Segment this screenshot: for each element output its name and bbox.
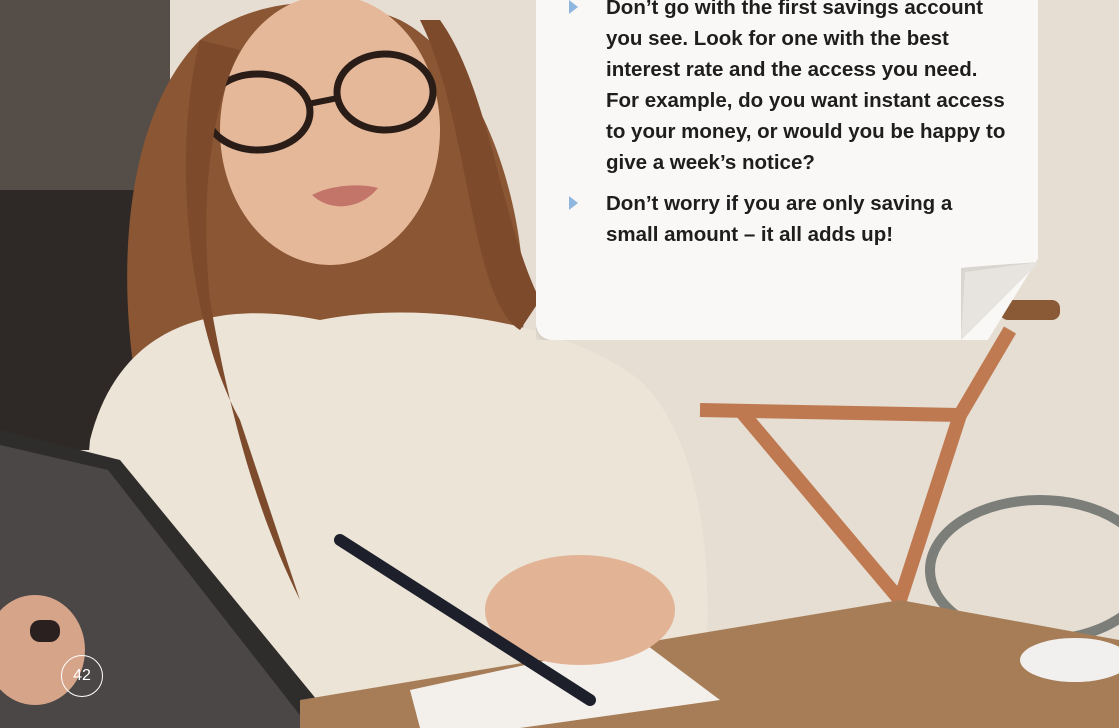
tip-text: Don’t worry if you are only saving a sma… xyxy=(606,192,953,246)
page-number: 42 xyxy=(73,667,91,684)
triangle-bullet-icon xyxy=(569,196,578,210)
tip-text: Don’t go with the first savings account … xyxy=(606,0,1006,174)
triangle-bullet-icon xyxy=(569,0,578,14)
page-number-badge: 42 xyxy=(61,655,103,697)
tip-item: Don’t worry if you are only saving a sma… xyxy=(566,188,1006,250)
tip-item: Don’t go with the first savings account … xyxy=(566,0,1006,178)
tips-list: Don’t go with the first savings account … xyxy=(566,0,1006,260)
page-curl-icon xyxy=(961,262,1039,340)
